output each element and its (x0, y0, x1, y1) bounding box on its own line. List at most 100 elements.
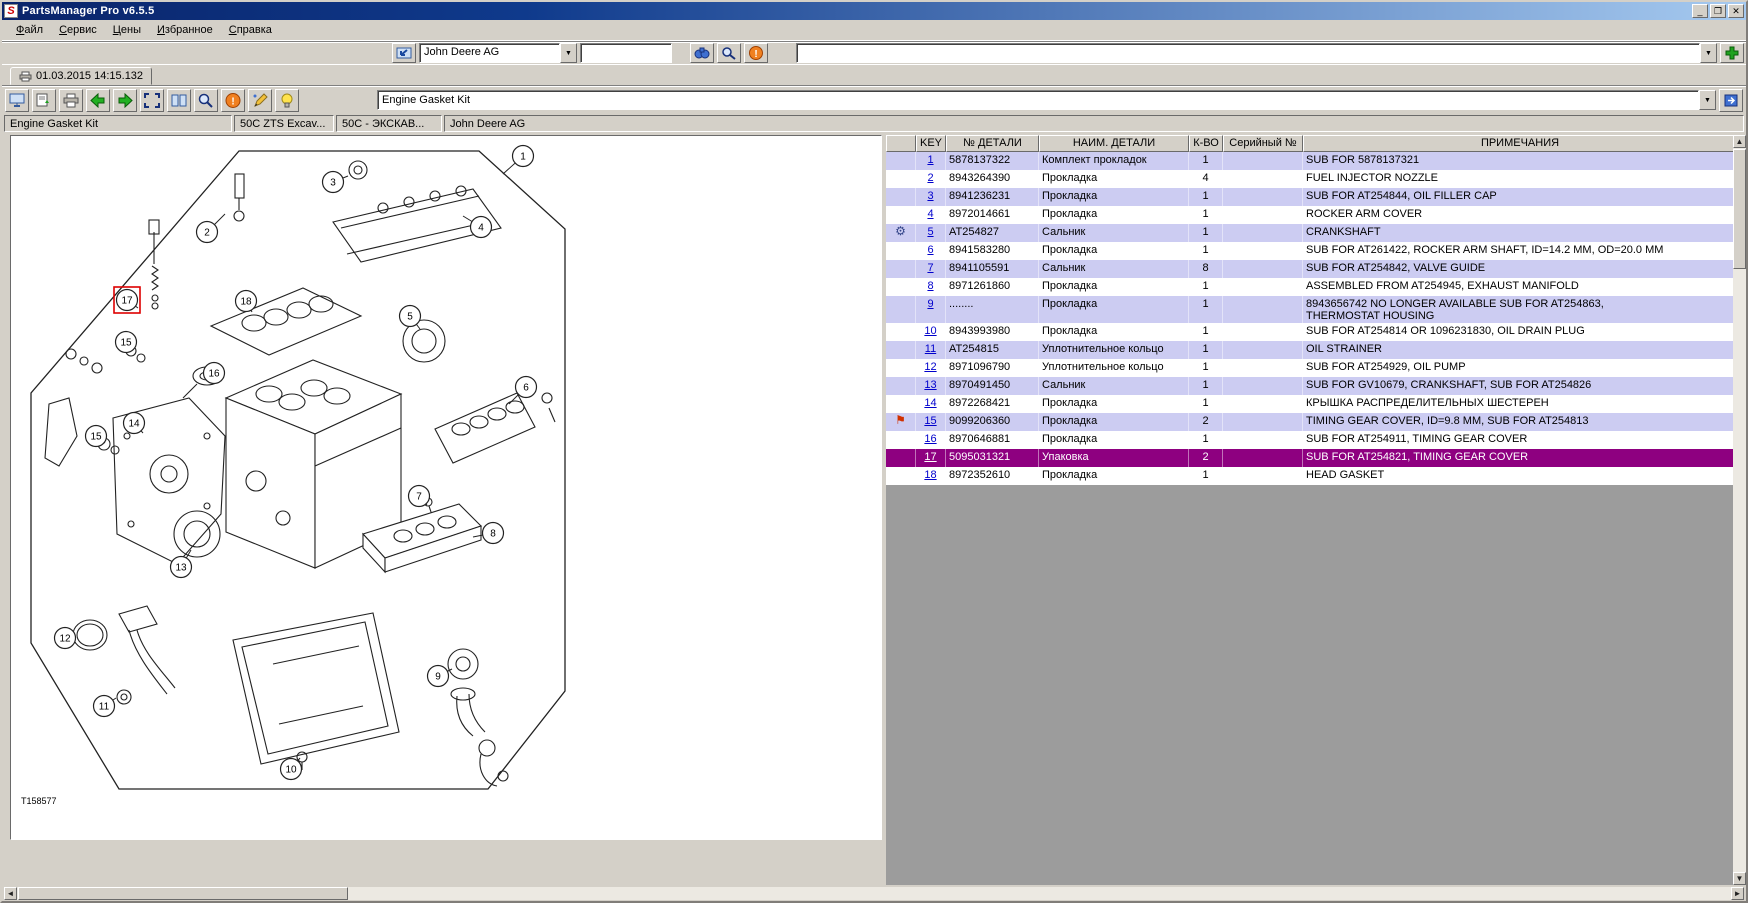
table-row[interactable]: ⚑159099206360Прокладка2TIMING GEAR COVER… (886, 413, 1737, 431)
callout-16[interactable]: 16 (204, 363, 225, 384)
important-button[interactable]: ! (744, 43, 768, 63)
table-row[interactable]: 138970491450Сальник1SUB FOR GV10679, CRA… (886, 377, 1737, 395)
minimize-button[interactable]: _ (1692, 4, 1708, 18)
part-search-input[interactable] (377, 90, 1699, 110)
export-button[interactable] (32, 89, 56, 112)
key-link[interactable]: 13 (924, 379, 936, 391)
diagram-panel[interactable]: 12345678910111213141515161718 T158577 (10, 135, 882, 840)
table-row[interactable]: ⚙5AT254827Сальник1CRANKSHAFT (886, 224, 1737, 242)
menu-service[interactable]: Сервис (51, 22, 105, 38)
back-button[interactable] (86, 89, 110, 112)
close-button[interactable]: ✕ (1728, 4, 1744, 18)
callout-18[interactable]: 18 (236, 291, 257, 313)
callout-7[interactable]: 7 (409, 486, 430, 507)
print-button[interactable] (59, 89, 83, 112)
callout-11[interactable]: 11 (94, 696, 117, 717)
horizontal-scrollbar[interactable]: ◄ ► (4, 887, 1744, 900)
callout-12[interactable]: 12 (55, 628, 76, 649)
hint-button[interactable] (275, 89, 299, 112)
key-link[interactable]: 3 (927, 190, 933, 202)
table-row[interactable]: 88971261860Прокладка1ASSEMBLED FROM AT25… (886, 278, 1737, 296)
scroll-up-icon[interactable]: ▲ (1733, 135, 1746, 148)
key-link[interactable]: 18 (924, 469, 936, 481)
callout-3[interactable]: 3 (323, 172, 349, 193)
chevron-down-icon[interactable]: ▼ (560, 43, 577, 63)
callout-14[interactable]: 14 (124, 413, 145, 434)
column-header-qty[interactable]: К-ВО (1189, 135, 1223, 152)
key-link[interactable]: 14 (924, 397, 936, 409)
report-button[interactable] (5, 89, 29, 112)
columns-button[interactable] (167, 89, 191, 112)
key-link[interactable]: 16 (924, 433, 936, 445)
callout-6[interactable]: 6 (509, 377, 537, 405)
key-link[interactable]: 6 (927, 244, 933, 256)
menu-help[interactable]: Справка (221, 22, 280, 38)
table-row[interactable]: 128971096790Уплотнительное кольцо1SUB FO… (886, 359, 1737, 377)
chevron-down-icon[interactable]: ▼ (1699, 90, 1716, 110)
key-link[interactable]: 1 (927, 154, 933, 166)
key-link[interactable]: 2 (927, 172, 933, 184)
scroll-thumb[interactable] (18, 887, 348, 900)
table-row[interactable]: 175095031321Упаковка2SUB FOR AT254821, T… (886, 449, 1737, 467)
table-row[interactable]: 11AT254815Уплотнительное кольцо1OIL STRA… (886, 341, 1737, 359)
table-row[interactable]: 15878137322Комплект прокладок1SUB FOR 58… (886, 152, 1737, 170)
important-info-button[interactable]: ! (221, 89, 245, 112)
column-header-flag[interactable] (886, 135, 916, 152)
callout-5[interactable]: 5 (400, 306, 421, 330)
tab-session[interactable]: 01.03.2015 14:15.132 (10, 67, 152, 85)
callout-15[interactable]: 15 (116, 332, 137, 353)
table-vertical-scrollbar[interactable]: ▲ ▼ (1733, 135, 1746, 885)
maximize-button[interactable]: ❐ (1710, 4, 1726, 18)
key-link[interactable]: 4 (927, 208, 933, 220)
zoom-button[interactable] (194, 89, 218, 112)
table-row[interactable]: 148972268421Прокладка1КРЫШКА РАСПРЕДЕЛИТ… (886, 395, 1737, 413)
table-row[interactable]: 108943993980Прокладка1SUB FOR AT254814 O… (886, 323, 1737, 341)
key-link[interactable]: 17 (924, 451, 936, 463)
scroll-thumb[interactable] (1733, 149, 1746, 269)
search-model-button[interactable] (690, 43, 714, 63)
column-header-part[interactable]: № ДЕТАЛИ (946, 135, 1039, 152)
key-link[interactable]: 5 (927, 226, 933, 238)
column-header-notes[interactable]: ПРИМЕЧАНИЯ (1303, 135, 1737, 152)
table-row[interactable]: 28943264390Прокладка4FUEL INJECTOR NOZZL… (886, 170, 1737, 188)
path-combo[interactable]: ▼ (796, 43, 1717, 63)
key-link[interactable]: 11 (925, 343, 936, 355)
table-row[interactable]: 48972014661Прокладка1ROCKER ARM COVER (886, 206, 1737, 224)
callout-15[interactable]: 15 (86, 426, 107, 447)
key-link[interactable]: 9 (927, 298, 933, 310)
callout-10[interactable]: 10 (281, 758, 302, 780)
add-button[interactable] (1720, 43, 1744, 63)
fit-view-button[interactable] (140, 89, 164, 112)
menu-prices[interactable]: Цены (105, 22, 149, 38)
key-link[interactable]: 8 (927, 280, 933, 292)
part-search-combo[interactable]: ▼ (377, 90, 1716, 110)
edit-button[interactable] (248, 89, 272, 112)
callout-2[interactable]: 2 (197, 214, 226, 243)
key-link[interactable]: 12 (924, 361, 936, 373)
scroll-down-icon[interactable]: ▼ (1733, 872, 1746, 885)
table-row[interactable]: 68941583280Прокладка1SUB FOR AT261422, R… (886, 242, 1737, 260)
zoom-search-button[interactable] (717, 43, 741, 63)
scroll-right-icon[interactable]: ► (1731, 887, 1744, 900)
column-header-key[interactable]: KEY (916, 135, 946, 152)
catalog-panel-button[interactable] (392, 43, 416, 63)
key-link[interactable]: 10 (924, 325, 936, 337)
scroll-left-icon[interactable]: ◄ (4, 887, 17, 900)
table-row[interactable]: 9........Прокладка18943656742 NO LONGER … (886, 296, 1737, 323)
forward-button[interactable] (113, 89, 137, 112)
brand-combo[interactable]: John Deere AG ▼ (419, 43, 577, 63)
column-header-serial[interactable]: Серийный № (1223, 135, 1303, 152)
callout-1[interactable]: 1 (503, 146, 534, 175)
apply-search-button[interactable] (1719, 89, 1743, 112)
quick-search-input[interactable] (580, 43, 672, 63)
table-row[interactable]: 188972352610Прокладка1HEAD GASKET (886, 467, 1737, 485)
table-row[interactable]: 78941105591Сальник8SUB FOR AT254842, VAL… (886, 260, 1737, 278)
table-row[interactable]: 168970646881Прокладка1SUB FOR AT254911, … (886, 431, 1737, 449)
menu-file[interactable]: Файл (8, 22, 51, 38)
titlebar[interactable]: S PartsManager Pro v6.5.5 _ ❐ ✕ (2, 2, 1746, 20)
key-link[interactable]: 7 (927, 262, 933, 274)
column-header-name[interactable]: НАИМ. ДЕТАЛИ (1039, 135, 1189, 152)
key-link[interactable]: 15 (924, 415, 936, 427)
table-row[interactable]: 38941236231Прокладка1SUB FOR AT254844, O… (886, 188, 1737, 206)
menu-favorites[interactable]: Избранное (149, 22, 221, 38)
